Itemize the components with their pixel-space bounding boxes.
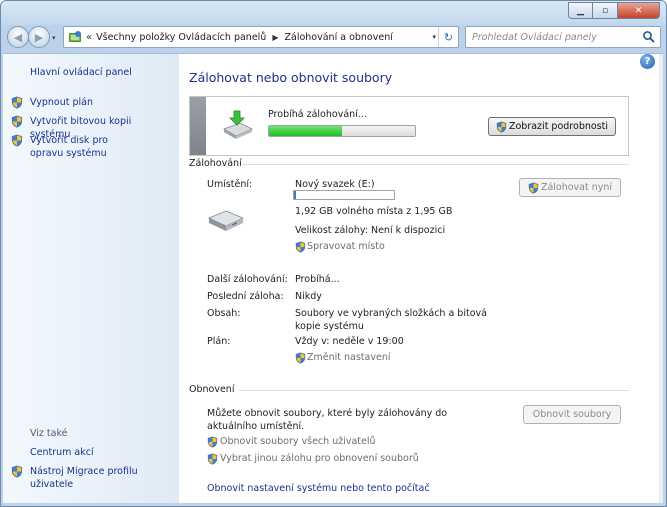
backup-size-text: Velikost zálohy: Není k dispozici	[295, 225, 446, 236]
backup-section-divider	[243, 164, 629, 165]
manage-space-link[interactable]: Spravovat místo	[307, 240, 385, 253]
recover-system-link[interactable]: Obnovit nastavení systému nebo tento poč…	[207, 482, 430, 495]
restore-all-users-link[interactable]: Obnovit soubory všech uživatelů	[220, 435, 376, 448]
backup-now-button[interactable]: Zálohovat nyní	[519, 178, 621, 197]
uac-shield-icon	[11, 465, 23, 478]
search-box[interactable]: Prohledat Ovládací panely	[465, 26, 661, 48]
refresh-button[interactable]: ↻	[438, 27, 458, 47]
search-placeholder: Prohledat Ovládací panely	[472, 31, 597, 43]
address-history-dropdown-icon[interactable]: ▾	[432, 33, 436, 41]
next-backup-label: Další zálohování:	[207, 274, 288, 285]
backup-progress-label: Probíhá zálohování...	[268, 109, 367, 120]
uac-shield-icon	[496, 121, 507, 133]
sidebar-link-create-repair-disc[interactable]: Vytvořit disk pro opravu systému	[30, 134, 142, 160]
uac-shield-icon	[295, 352, 306, 364]
uac-shield-icon	[11, 96, 23, 109]
task-sidebar: Hlavní ovládací panel Vypnout plán Vytvo…	[3, 54, 179, 503]
view-details-label: Zobrazit podrobnosti	[508, 121, 608, 132]
schedule-value: Vždy v: neděle v 19:00	[295, 336, 404, 347]
sidebar-link-migration-tool[interactable]: Nástroj Migrace profilu uživatele	[30, 465, 140, 491]
restore-files-button[interactable]: Obnovit soubory	[523, 405, 621, 424]
contents-value: Soubory ve vybraných složkách a bitová k…	[295, 308, 487, 332]
content-area: Hlavní ovládací panel Vypnout plán Vytvo…	[3, 53, 663, 503]
change-settings-link[interactable]: Změnit nastavení	[307, 351, 390, 364]
title-bar: ▁ ▫ ✕	[1, 1, 666, 25]
restore-section-divider	[239, 390, 629, 391]
uac-shield-icon	[207, 436, 218, 448]
recent-pages-dropdown-icon[interactable]: ▾	[52, 34, 56, 42]
uac-shield-icon	[11, 115, 23, 128]
close-button[interactable]: ✕	[618, 2, 660, 19]
caption-buttons: ▁ ▫ ✕	[568, 2, 660, 19]
address-overflow-chevron[interactable]: «	[86, 32, 92, 43]
help-icon[interactable]: ?	[640, 54, 655, 69]
uac-shield-icon	[207, 453, 218, 465]
sidebar-link-turn-off-schedule[interactable]: Vypnout plán	[30, 96, 93, 109]
backup-restore-window: ▁ ▫ ✕ ◀ ▶ ▾ « Všechny položky Ovládacích…	[0, 0, 667, 507]
contents-label: Obsah:	[207, 308, 241, 319]
restore-section-heading: Obnovení	[189, 384, 235, 395]
breadcrumb-separator[interactable]: ▶	[272, 33, 278, 42]
see-also-heading: Viz také	[30, 428, 68, 439]
breadcrumb-backup-restore[interactable]: Zálohování a obnovení	[284, 32, 392, 43]
vertical-scrollbar[interactable]	[659, 54, 663, 503]
view-details-button[interactable]: Zobrazit podrobnosti	[488, 117, 616, 136]
hard-drive-icon	[208, 210, 244, 231]
main-pane: Zálohovat nebo obnovit soubory Probíhá z…	[189, 54, 631, 503]
uac-shield-icon	[528, 182, 539, 194]
disk-space-bar	[293, 190, 395, 200]
back-button[interactable]: ◀	[7, 26, 29, 48]
last-backup-label: Poslední záloha:	[207, 291, 284, 302]
schedule-label: Plán:	[207, 336, 231, 347]
breadcrumb-all-control-panel-items[interactable]: Všechny položky Ovládacích panelů	[96, 32, 266, 43]
address-bar[interactable]: « Všechny položky Ovládacích panelů ▶ Zá…	[63, 26, 459, 48]
backup-now-label: Zálohovat nyní	[540, 182, 613, 193]
next-backup-value: Probíhá...	[295, 274, 340, 285]
uac-shield-icon	[295, 241, 306, 253]
last-backup-value: Nikdy	[295, 291, 322, 302]
forward-button[interactable]: ▶	[28, 26, 50, 48]
backup-progress-bar	[268, 125, 416, 137]
select-other-backup-link[interactable]: Vybrat jinou zálohu pro obnovení souborů	[220, 452, 419, 465]
sidebar-link-action-center[interactable]: Centrum akcí	[30, 446, 94, 459]
progress-panel-stripe	[190, 97, 206, 155]
backup-drive-icon	[223, 110, 253, 139]
restore-description: Můžete obnovit soubory, které byly záloh…	[207, 408, 448, 432]
navigation-bar: ◀ ▶ ▾ « Všechny položky Ovládacích panel…	[1, 23, 666, 51]
free-space-text: 1,92 GB volného místa z 1,95 GB	[295, 206, 453, 217]
control-panel-icon	[69, 31, 81, 42]
backup-progress-fill	[269, 126, 342, 136]
maximize-button[interactable]: ▫	[593, 2, 618, 19]
backup-progress-panel: Probíhá zálohování... Zobrazit podrobnos…	[189, 96, 629, 156]
disk-space-used-fill	[294, 191, 296, 199]
uac-shield-icon	[11, 134, 23, 147]
sidebar-home-link[interactable]: Hlavní ovládací panel	[30, 66, 132, 79]
restore-files-label: Obnovit soubory	[532, 409, 612, 420]
minimize-button[interactable]: ▁	[568, 2, 593, 19]
page-title: Zálohovat nebo obnovit soubory	[189, 70, 393, 85]
search-icon[interactable]	[642, 30, 656, 44]
location-label: Umístění:	[207, 179, 253, 190]
backup-section-heading: Zálohování	[189, 158, 242, 169]
